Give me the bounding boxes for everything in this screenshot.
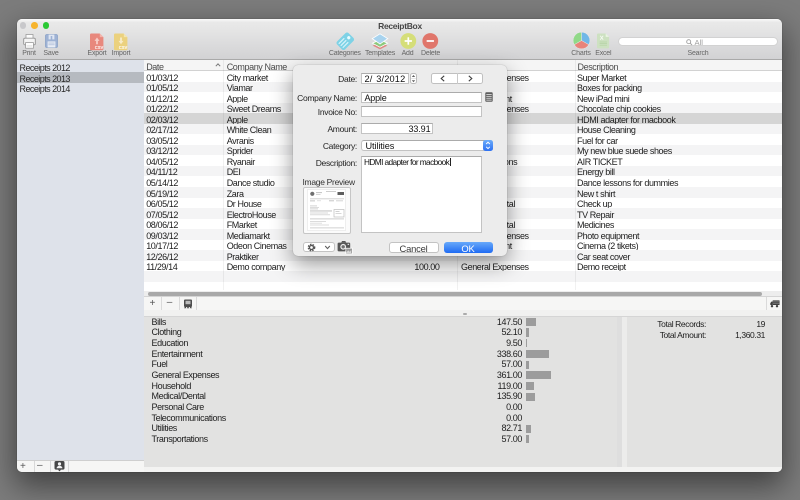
svg-text:CSV: CSV [95, 45, 104, 50]
svg-text:CSV: CSV [119, 45, 128, 50]
